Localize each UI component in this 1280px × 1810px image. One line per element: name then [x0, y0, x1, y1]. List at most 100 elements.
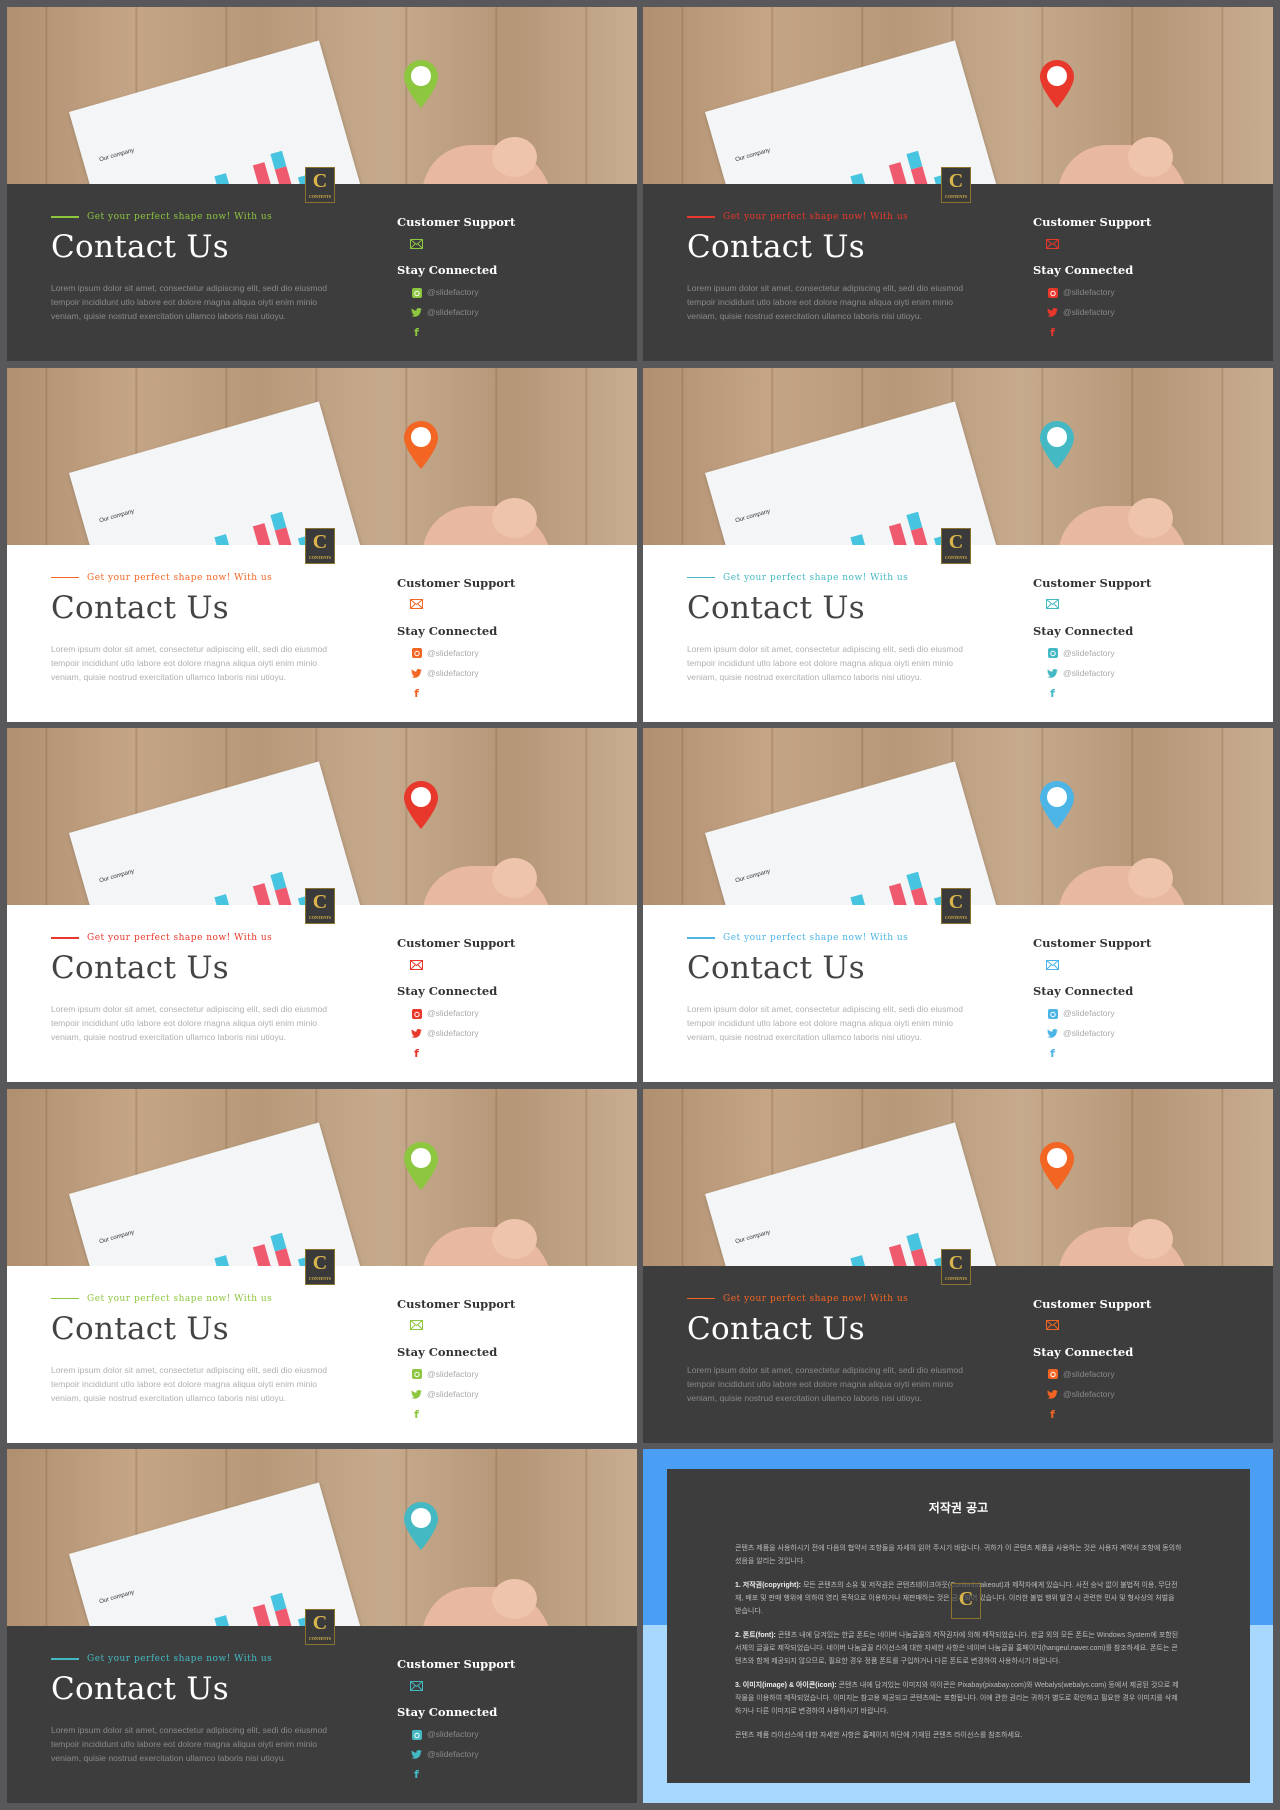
- twitter-icon[interactable]: [1046, 1388, 1059, 1401]
- instagram-handle[interactable]: @slidefactory: [427, 1369, 479, 1379]
- twitter-handle[interactable]: @slidefactory: [427, 1028, 479, 1038]
- accent-line: [51, 576, 79, 579]
- mail-icon[interactable]: [410, 598, 423, 611]
- slide-body: [7, 1265, 637, 1443]
- mail-icon[interactable]: [1046, 598, 1059, 611]
- stay-connected-heading: Stay Connected: [1033, 263, 1134, 277]
- instagram-handle[interactable]: @slidefactory: [427, 1008, 479, 1018]
- mail-icon[interactable]: [410, 237, 423, 250]
- twitter-handle[interactable]: @slidefactory: [427, 668, 479, 678]
- logo-text: CONTENTS: [944, 1275, 967, 1281]
- logo-text: CONTENTS: [944, 554, 967, 560]
- page-title: Contact Us: [687, 229, 865, 265]
- paper-title: Our company: [734, 147, 771, 164]
- instagram-icon[interactable]: [410, 647, 423, 660]
- instagram-handle[interactable]: @slidefactory: [1063, 1369, 1115, 1379]
- tagline: Get your perfect shape now! With us: [687, 933, 908, 943]
- accent-line: [687, 216, 715, 218]
- facebook-icon[interactable]: f: [410, 1768, 423, 1781]
- twitter-icon[interactable]: [410, 1748, 423, 1761]
- instagram-icon[interactable]: [1046, 286, 1059, 299]
- chart-bar: [214, 894, 239, 905]
- twitter-handle[interactable]: @slidefactory: [1063, 668, 1115, 678]
- facebook-icon[interactable]: f: [1046, 1408, 1059, 1421]
- tagline: Get your perfect shape now! With us: [51, 1294, 272, 1304]
- twitter-icon[interactable]: [410, 306, 423, 319]
- chart-bar: [888, 162, 910, 184]
- instagram-handle[interactable]: @slidefactory: [1063, 287, 1115, 297]
- twitter-icon[interactable]: [410, 1388, 423, 1401]
- twitter-icon[interactable]: [1046, 306, 1059, 319]
- item-text: 콘텐츠 내에 담겨있는 한글 폰트는 네이버 나눔글꼴의 저작권자에 의해 제작…: [735, 1632, 1179, 1665]
- page-title: Contact Us: [51, 1310, 229, 1347]
- body-text: Lorem ipsum dolor sit amet, consectetur …: [687, 643, 964, 682]
- logo: C CONTENTS: [305, 1248, 335, 1285]
- twitter-handle[interactable]: @slidefactory: [427, 307, 479, 317]
- twitter-icon[interactable]: [1046, 1027, 1059, 1040]
- mail-icon[interactable]: [1046, 958, 1059, 971]
- facebook-icon[interactable]: f: [1046, 1047, 1059, 1060]
- twitter-handle[interactable]: @slidefactory: [1063, 1389, 1115, 1399]
- logo: C CONTENTS: [941, 167, 971, 203]
- instagram-handle[interactable]: @slidefactory: [427, 648, 479, 658]
- body-text: Lorem ipsum dolor sit amet, consectetur …: [687, 1364, 964, 1403]
- desk-photo: Our company: [7, 1449, 637, 1626]
- instagram-icon[interactable]: [1046, 1368, 1059, 1381]
- chart-bar: [850, 894, 875, 905]
- instagram-handle[interactable]: @slidefactory: [1063, 648, 1115, 658]
- twitter-handle[interactable]: @slidefactory: [1063, 1028, 1115, 1038]
- pin-icon: [404, 60, 438, 108]
- facebook-icon[interactable]: f: [410, 1408, 423, 1421]
- facebook-icon[interactable]: f: [1046, 326, 1059, 339]
- instagram-handle[interactable]: @slidefactory: [427, 1729, 479, 1739]
- page-title: Contact Us: [687, 589, 865, 626]
- tagline: Get your perfect shape now! With us: [687, 1294, 908, 1304]
- instagram-icon[interactable]: [1046, 1007, 1059, 1020]
- accent-line: [51, 216, 79, 218]
- instagram-icon[interactable]: [410, 1368, 423, 1381]
- twitter-icon[interactable]: [410, 667, 423, 680]
- chart-bar: [270, 150, 287, 170]
- page-title: Contact Us: [687, 1310, 865, 1347]
- instagram-handle[interactable]: @slidefactory: [427, 287, 479, 297]
- mail-icon[interactable]: [410, 958, 423, 971]
- contact-slide: Our company C CONTENTS Get your perfect s…: [643, 367, 1273, 722]
- pin-icon: [404, 781, 438, 829]
- twitter-handle[interactable]: @slidefactory: [427, 1749, 479, 1759]
- instagram-handle[interactable]: @slidefactory: [1063, 1008, 1115, 1018]
- logo-text: CONTENTS: [308, 194, 331, 199]
- instagram-icon[interactable]: [410, 1728, 423, 1741]
- stay-connected-heading: Stay Connected: [397, 623, 498, 638]
- twitter-handle[interactable]: @slidefactory: [427, 1389, 479, 1399]
- customer-support-heading: Customer Support: [1033, 1296, 1152, 1311]
- paper-title: Our company: [98, 147, 135, 164]
- chart-bar: [906, 150, 923, 170]
- chart-paper: Our company: [69, 400, 372, 545]
- mail-icon[interactable]: [1046, 1319, 1059, 1332]
- twitter-icon[interactable]: [1046, 667, 1059, 680]
- hand: [1058, 137, 1188, 184]
- facebook-icon[interactable]: f: [410, 687, 423, 700]
- facebook-icon[interactable]: f: [410, 1047, 423, 1060]
- pin-icon: [1040, 1141, 1074, 1190]
- chart-bar: [274, 166, 293, 184]
- customer-support-heading: Customer Support: [397, 936, 516, 950]
- chart-paper: Our company: [705, 40, 1008, 184]
- facebook-icon[interactable]: f: [1046, 687, 1059, 700]
- twitter-handle[interactable]: @slidefactory: [1063, 307, 1115, 317]
- hand: [422, 1579, 552, 1626]
- desk-photo: Our company: [7, 367, 637, 545]
- twitter-icon[interactable]: [410, 1027, 423, 1040]
- mail-icon[interactable]: [1046, 237, 1059, 250]
- hand: [422, 1218, 552, 1266]
- mail-icon[interactable]: [410, 1679, 423, 1692]
- body-text: Lorem ipsum dolor sit amet, consectetur …: [51, 283, 328, 321]
- instagram-icon[interactable]: [410, 1007, 423, 1020]
- customer-support-heading: Customer Support: [397, 1657, 516, 1671]
- copyright-item: 3. 이미지(image) & 아이콘(icon): 콘텐츠 내에 담겨있는 이…: [735, 1679, 1182, 1718]
- facebook-icon[interactable]: f: [410, 326, 423, 339]
- instagram-icon[interactable]: [1046, 647, 1059, 660]
- instagram-icon[interactable]: [410, 286, 423, 299]
- chart-bar: [270, 511, 287, 530]
- mail-icon[interactable]: [410, 1319, 423, 1332]
